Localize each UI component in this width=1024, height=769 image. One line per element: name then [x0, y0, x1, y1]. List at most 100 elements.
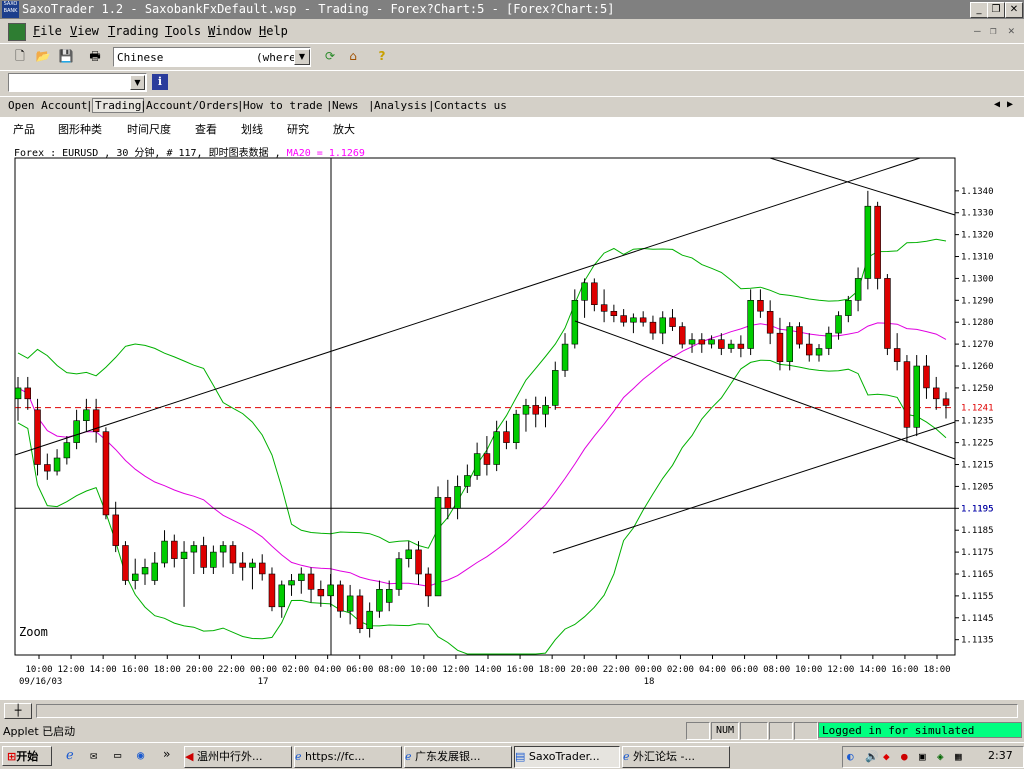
y-tick-label: 1.1175 — [961, 548, 994, 558]
candle-body — [268, 573, 276, 608]
chevron-down-icon[interactable]: ▼ — [294, 49, 310, 65]
ie-icon[interactable]: ℯ — [66, 748, 74, 763]
candle-body — [464, 475, 471, 487]
close-icon[interactable]: ✕ — [1005, 2, 1023, 18]
nav-contacts-us[interactable]: Contacts us — [434, 99, 507, 112]
chart-menu-item[interactable]: 研究 — [287, 121, 309, 137]
tray-shield-icon[interactable]: ◐ — [847, 750, 854, 763]
y-tick-label: 1.1165 — [961, 570, 994, 580]
search-input[interactable]: ▼ — [8, 73, 147, 92]
media-icon[interactable]: ◉ — [137, 748, 144, 762]
tray-ime-icon[interactable]: ▦ — [955, 750, 962, 763]
tray-update-icon[interactable]: ◈ — [937, 750, 944, 763]
chart-scrollbar[interactable]: ┼ — [0, 702, 1024, 719]
taskbar-item[interactable]: ℯ 外汇论坛 -... — [622, 746, 730, 768]
refresh-icon[interactable]: ⟳ — [320, 46, 340, 66]
candle-body — [424, 573, 432, 597]
taskbar-item[interactable]: ℯ 广东发展银... — [404, 746, 512, 768]
candle-body — [34, 409, 41, 465]
chevron-down-icon[interactable]: ▼ — [130, 75, 145, 90]
menu-window[interactable]: Window — [208, 24, 251, 38]
nav-how-to-trade[interactable]: How to trade — [243, 99, 322, 112]
taskbar-item[interactable]: ℯ https://fc... — [294, 746, 402, 768]
chart-menu-item[interactable]: 产品 — [13, 121, 35, 137]
y-tick-label: 1.1340 — [961, 187, 994, 197]
y-tick-label: 1.1320 — [961, 231, 994, 241]
x-tick-label: 14:00 — [859, 665, 886, 675]
start-button[interactable]: ⊞开始 — [2, 746, 52, 766]
y-tick-label: 1.1135 — [961, 636, 994, 646]
system-tray: ◐ 🔊 ◆ ● ▣ ◈ ▦ 2:37 — [842, 746, 1024, 768]
saxo-logo: SAXO BANK — [2, 1, 19, 18]
chart-menu-item[interactable]: 查看 — [195, 121, 217, 137]
print-icon[interactable]: 🖶 — [85, 46, 105, 66]
mdi-close-icon[interactable]: ✕ — [1008, 24, 1015, 37]
num-lock: NUM — [711, 722, 739, 740]
help-icon[interactable]: ? — [372, 46, 392, 66]
x-tick-label: 22:00 — [603, 665, 630, 675]
candle-body — [630, 317, 637, 323]
mdi-restore-icon[interactable]: ❐ — [990, 24, 997, 37]
new-file-icon[interactable]: 🗋 — [10, 46, 30, 66]
x-tick-label: 14:00 — [474, 665, 501, 675]
quicklaunch-more-icon[interactable]: » — [163, 747, 170, 761]
scroll-track[interactable] — [36, 704, 1018, 718]
candle-body — [776, 332, 784, 362]
home-icon[interactable]: ⌂ — [343, 46, 363, 66]
nav-prev-icon[interactable]: ◀ — [994, 99, 1000, 110]
x-tick-label: 22:00 — [218, 665, 245, 675]
taskbar-item[interactable]: ◀ 温州中行外... — [184, 746, 292, 768]
taskbar-item[interactable]: ▤ SaxoTrader... — [514, 746, 620, 768]
volume-icon[interactable]: 🔊 — [865, 750, 879, 763]
price-chart[interactable]: 1.1135 1.1145 1.1155 1.1165 1.1175 1.1185 1.11… — [0, 139, 1024, 700]
candle-body — [620, 315, 627, 323]
outlook-icon[interactable]: ✉ — [90, 748, 97, 762]
info-icon[interactable]: i — [152, 74, 168, 90]
nav-trading[interactable]: Trading — [92, 98, 145, 113]
candle — [268, 567, 276, 612]
zoom-label[interactable]: Zoom — [19, 625, 48, 639]
menu-view[interactable]: View — [70, 24, 99, 38]
tray-antivirus-icon[interactable]: ◆ — [883, 750, 890, 763]
open-folder-icon[interactable]: 📂 — [33, 46, 53, 66]
nav-next-icon[interactable]: ▶ — [1007, 99, 1013, 110]
menu-bar: File View Trading Tools Window Help – ❐ ✕ — [0, 20, 1024, 42]
desktop-icon[interactable]: ▭ — [114, 748, 121, 762]
menu-file[interactable]: File — [33, 24, 62, 38]
language-select[interactable]: Chinese (where ▼ — [113, 47, 311, 67]
nav-account-orders[interactable]: Account/Orders — [146, 99, 239, 112]
menu-help[interactable]: Help — [259, 24, 288, 38]
chart-menu-item[interactable]: 划线 — [241, 121, 263, 137]
splitter-icon[interactable]: ┼ — [4, 703, 32, 719]
x-tick-label: 08:00 — [378, 665, 405, 675]
x-tick-label: 20:00 — [186, 665, 213, 675]
candle-body — [845, 300, 852, 316]
save-icon[interactable]: 💾 — [56, 46, 76, 66]
date-label: 09/16/03 — [19, 677, 62, 687]
mdi-minimize-icon[interactable]: – — [974, 24, 981, 37]
nav-news[interactable]: News — [332, 99, 359, 112]
chart-menu-item[interactable]: 图形种类 — [58, 121, 102, 137]
language-value: Chinese — [117, 51, 164, 64]
candle-body — [151, 562, 159, 581]
candle-body — [551, 370, 559, 406]
candle-body — [737, 343, 745, 349]
chart-menu-item[interactable]: 放大 — [333, 121, 355, 137]
tray-network-icon[interactable]: ▣ — [919, 750, 926, 763]
candle-body — [219, 545, 227, 553]
y-tick-label: 1.1250 — [961, 384, 994, 394]
menu-tools[interactable]: Tools — [165, 24, 201, 38]
nav-open-account[interactable]: Open Account — [8, 99, 87, 112]
candle-body — [473, 453, 481, 476]
x-tick-label: 18:00 — [539, 665, 566, 675]
minimize-icon[interactable]: _ — [970, 2, 988, 18]
candle-body — [83, 409, 90, 421]
menu-trading[interactable]: Trading — [108, 24, 159, 38]
status-panel — [686, 722, 710, 740]
chart-menu-item[interactable]: 时间尺度 — [127, 121, 171, 137]
chart-app-icon[interactable] — [8, 23, 26, 41]
x-tick-label: 20:00 — [571, 665, 598, 675]
restore-icon[interactable]: ❐ — [987, 2, 1005, 18]
tray-app-icon[interactable]: ● — [901, 750, 908, 763]
nav-analysis[interactable]: Analysis — [374, 99, 427, 112]
